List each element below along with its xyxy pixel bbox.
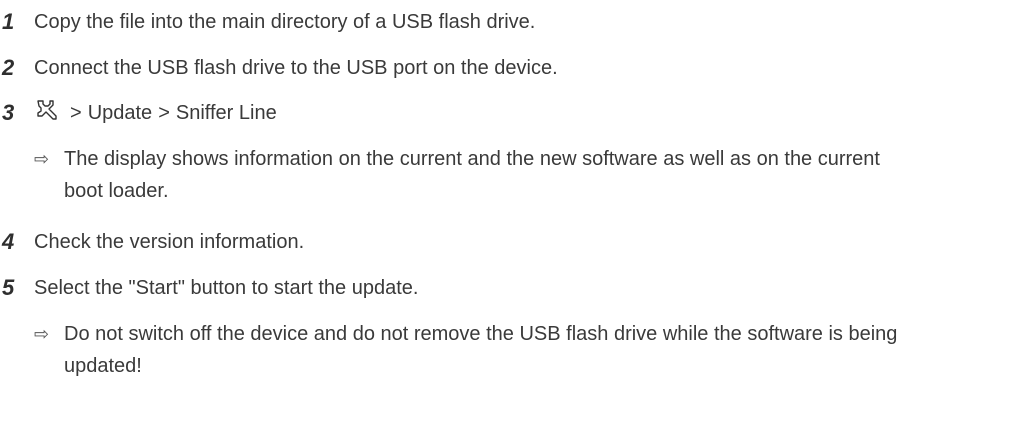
result-text: Do not switch off the device and do not … (64, 323, 898, 377)
menu-path: > Update > Sniffer Line (34, 97, 277, 129)
step-number: 1 (2, 9, 15, 34)
step-text: Select the "Start" button to start the u… (34, 277, 419, 299)
result-2: ⇨ Do not switch off the device and do no… (34, 318, 914, 386)
result-text: The display shows information on the cur… (64, 148, 880, 202)
result-arrow-icon: ⇨ (34, 149, 50, 169)
step-number: 4 (2, 229, 15, 254)
path-separator: > (70, 102, 82, 124)
result-arrow-icon: ⇨ (34, 324, 50, 344)
step-number: 2 (2, 55, 15, 80)
step-text: Connect the USB flash drive to the USB p… (34, 57, 558, 79)
step-number: 5 (2, 275, 15, 300)
result-1: ⇨ The display shows information on the c… (34, 143, 914, 211)
step-number: 3 (2, 100, 15, 125)
menu-item-sniffer-line: Sniffer Line (175, 102, 277, 124)
wrench-icon (37, 100, 57, 120)
path-separator: > (158, 102, 170, 124)
menu-item-update: Update (87, 102, 153, 124)
step-text: Copy the file into the main directory of… (34, 11, 536, 33)
step-text: Check the version information. (34, 231, 305, 253)
